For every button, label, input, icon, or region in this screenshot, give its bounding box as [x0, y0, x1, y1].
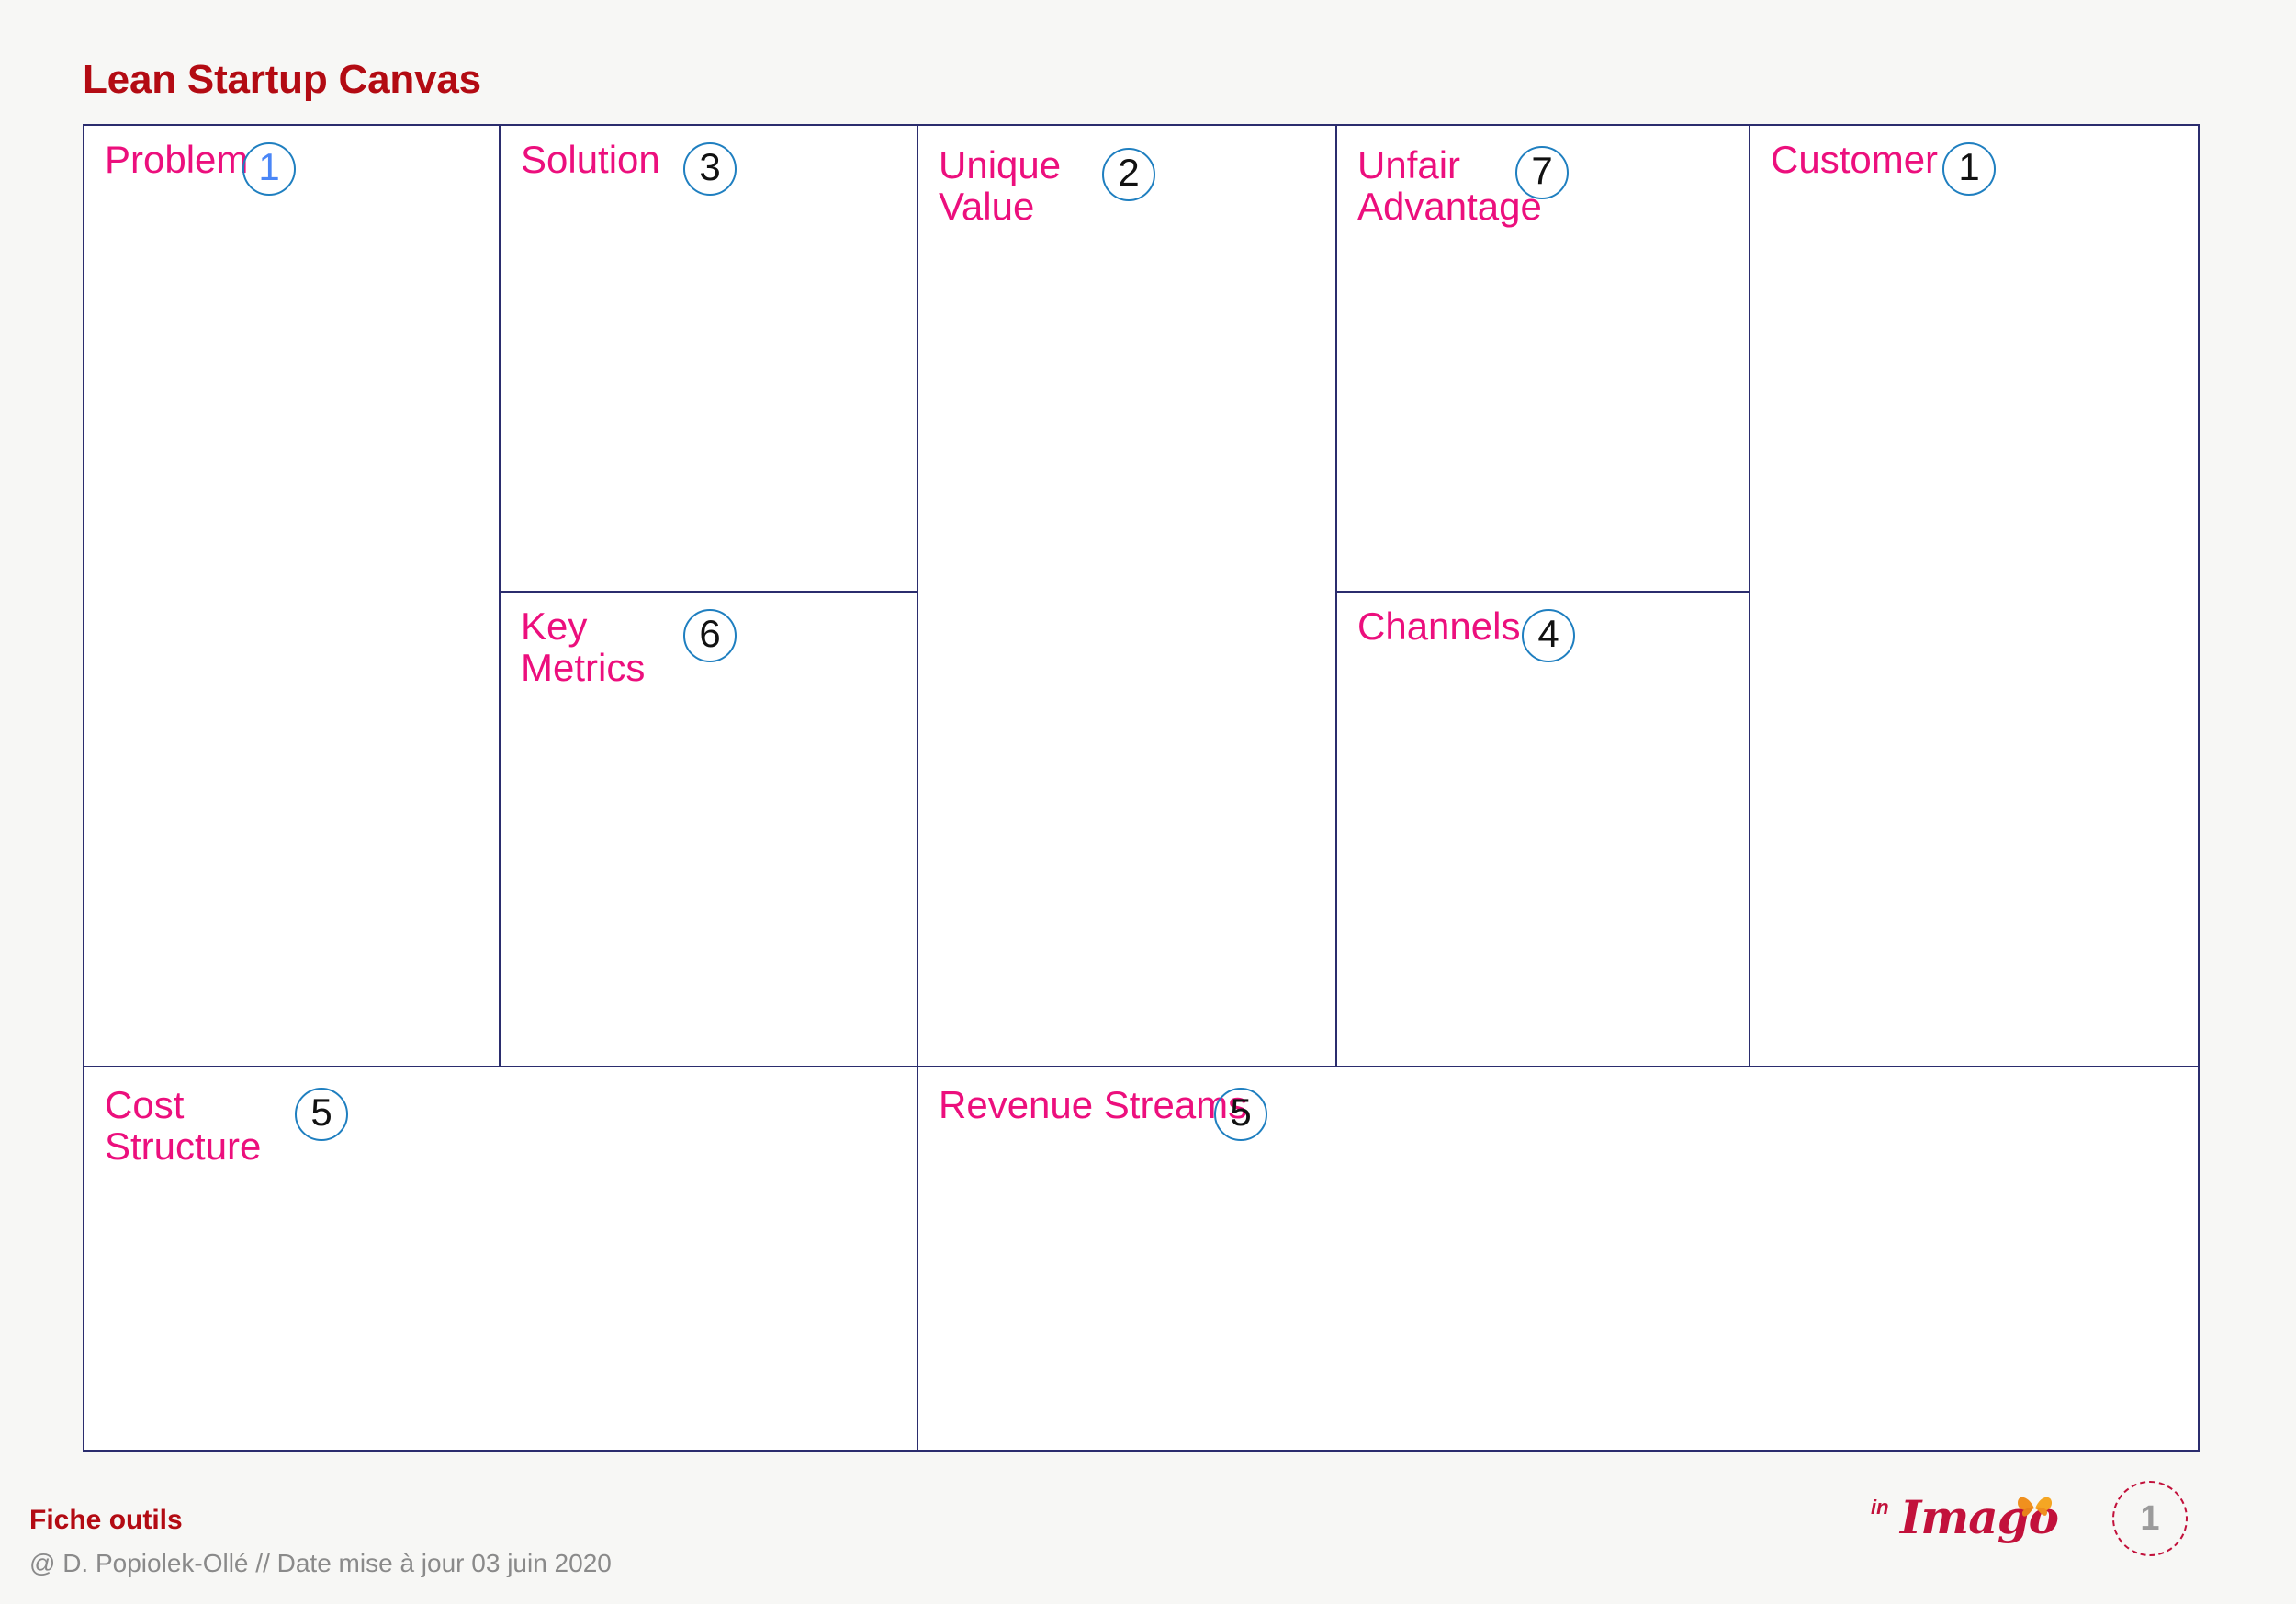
footer-title: Fiche outils [29, 1505, 183, 1535]
cell-badge-problem: 1 [242, 142, 296, 196]
cell-label-key-metrics: Key Metrics [521, 604, 646, 690]
page-title: Lean Startup Canvas [83, 57, 481, 102]
cell-badge-key-metrics-value: 6 [699, 612, 721, 655]
cell-label-channels: Channels [1357, 604, 1521, 648]
cell-badge-revenue-streams-value: 5 [1230, 1090, 1252, 1134]
canvas-cell-problem[interactable]: Problem 1 [84, 126, 501, 1066]
cell-badge-unique-value: 2 [1102, 148, 1155, 201]
footer-credit: @ D. Popiolek-Ollé // Date mise à jour 0… [29, 1549, 612, 1577]
canvas-page: Lean Startup Canvas Problem 1 Solution 3… [0, 0, 2296, 1604]
page-number-value: 1 [2140, 1498, 2160, 1538]
cell-header-problem: Problem [105, 139, 486, 180]
cell-label-unfair-advantage: Unfair Advantage [1357, 143, 1542, 229]
cell-label-problem: Problem [105, 138, 249, 181]
canvas-cell-unique-value[interactable]: Unique Value 2 [918, 126, 1337, 1066]
canvas-cell-solution[interactable]: Solution 3 [501, 126, 918, 593]
cell-badge-revenue-streams: 5 [1214, 1088, 1267, 1141]
cell-badge-customer-value: 1 [1958, 145, 1980, 188]
imago-logo: in Imago [1869, 1488, 2059, 1571]
cell-badge-cost-structure: 5 [295, 1088, 348, 1141]
cell-badge-channels-value: 4 [1537, 612, 1559, 655]
lean-canvas-grid: Problem 1 Solution 3 Key Metrics 6 Uniqu… [83, 124, 2200, 1452]
cell-badge-key-metrics: 6 [683, 609, 737, 662]
cell-badge-problem-value: 1 [258, 145, 280, 188]
page-number-badge: 1 [2112, 1481, 2188, 1556]
cell-label-revenue-streams: Revenue Streams [939, 1083, 1248, 1126]
canvas-cell-unfair-advantage[interactable]: Unfair Advantage 7 [1337, 126, 1750, 593]
cell-label-unique-value: Unique Value [939, 143, 1062, 229]
cell-badge-channels: 4 [1522, 609, 1575, 662]
cell-badge-customer: 1 [1942, 142, 1996, 196]
cell-label-customer: Customer [1771, 138, 1939, 181]
cell-badge-unique-value-value: 2 [1118, 151, 1140, 194]
cell-header-revenue-streams: Revenue Streams [939, 1084, 2185, 1125]
canvas-cell-channels[interactable]: Channels 4 [1337, 593, 1750, 1066]
cell-badge-unfair-advantage: 7 [1515, 146, 1569, 199]
cell-label-solution: Solution [521, 138, 660, 181]
cell-label-cost-structure: Cost Structure [105, 1083, 262, 1169]
cell-header-cost-structure: Cost Structure [105, 1084, 904, 1168]
cell-badge-solution-value: 3 [699, 145, 721, 188]
cell-badge-cost-structure-value: 5 [310, 1090, 332, 1134]
cell-badge-unfair-advantage-value: 7 [1531, 149, 1553, 192]
logo-prefix: in [1871, 1496, 1889, 1519]
canvas-cell-customer[interactable]: Customer 1 [1750, 126, 2198, 1066]
cell-badge-solution: 3 [683, 142, 737, 196]
canvas-cell-key-metrics[interactable]: Key Metrics 6 [501, 593, 918, 1066]
butterfly-icon [2016, 1492, 2054, 1528]
canvas-cell-revenue-streams[interactable]: Revenue Streams 5 [918, 1067, 2198, 1450]
canvas-cell-cost-structure[interactable]: Cost Structure 5 [84, 1067, 918, 1450]
